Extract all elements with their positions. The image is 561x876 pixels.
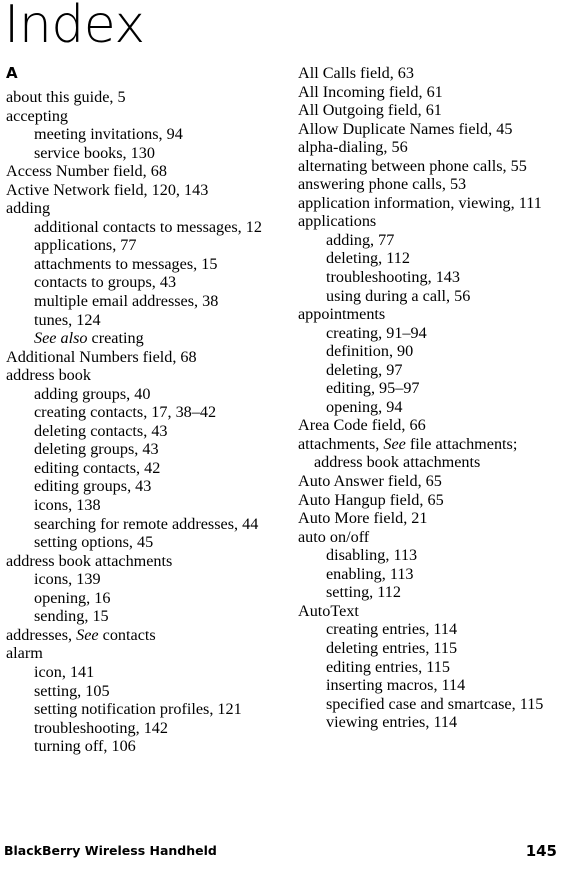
footer-product-name: BlackBerry Wireless Handheld (4, 843, 217, 858)
index-entry: accepting (6, 106, 69, 125)
index-entry: appointments (298, 305, 386, 324)
index-entry: service books, 130 (34, 143, 155, 162)
section-letter-heading: A (6, 64, 18, 82)
index-entry: attachments, See file attachments; addre… (298, 434, 518, 472)
index-entry: Auto Hangup field, 65 (298, 490, 444, 509)
index-entry: opening, 16 (34, 588, 111, 607)
index-entry: multiple email addresses, 38 (34, 292, 219, 311)
index-entry: troubleshooting, 142 (34, 718, 168, 737)
index-entry: setting options, 45 (34, 533, 154, 552)
index-entry: Access Number field, 68 (6, 162, 167, 181)
index-entry: adding groups, 40 (34, 384, 151, 403)
index-entry: turning off, 106 (34, 737, 136, 756)
index-entry: setting, 112 (326, 583, 401, 602)
index-entry: additional contacts to messages, 12 (34, 217, 262, 236)
index-entry: opening, 94 (326, 397, 403, 416)
index-entry: address book (6, 366, 91, 385)
index-column-left: A about this guide, 5 accepting meeting in… (6, 64, 268, 756)
index-entry: enabling, 113 (326, 564, 414, 583)
index-entry: creating, 91–94 (326, 323, 427, 342)
index-entry: All Outgoing field, 61 (298, 101, 442, 120)
index-entry: meeting invitations, 94 (34, 125, 183, 144)
index-entry: answering phone calls, 53 (298, 175, 467, 194)
index-entry: icons, 138 (34, 496, 101, 515)
index-entry: auto on/off (298, 527, 370, 546)
index-entry: Auto More field, 21 (298, 509, 428, 528)
index-entry: Additional Numbers field, 68 (6, 347, 197, 366)
index-entry: deleting, 112 (326, 249, 410, 268)
index-entry: contacts to groups, 43 (34, 273, 177, 292)
index-entry: disabling, 113 (326, 546, 418, 565)
index-entry: alpha-dialing, 56 (298, 138, 408, 157)
index-entry: deleting, 97 (326, 360, 403, 379)
index-entry: troubleshooting, 143 (326, 268, 460, 287)
index-entry: deleting entries, 115 (326, 638, 458, 657)
index-column-right: All Calls field, 63 All Incoming field, 6… (298, 64, 560, 732)
cross-reference-marker: See also (34, 329, 88, 348)
index-entry: definition, 90 (326, 342, 414, 361)
index-entry: editing contacts, 42 (34, 458, 161, 477)
index-entry: editing, 95–97 (326, 379, 420, 398)
index-entry: adding (6, 199, 51, 218)
index-entry: icon, 141 (34, 662, 95, 681)
cross-reference-marker: See (76, 625, 99, 644)
footer-page-number: 145 (525, 842, 557, 860)
index-entry: inserting macros, 114 (326, 676, 466, 695)
index-entry: deleting contacts, 43 (34, 421, 168, 440)
index-entry: editing entries, 115 (326, 657, 450, 676)
index-entry: application information, viewing, 111 (298, 193, 542, 212)
index-entry: adding, 77 (326, 230, 395, 249)
index-entry: sending, 15 (34, 607, 109, 626)
index-entry: tunes, 124 (34, 310, 101, 329)
index-entry: See also creating (34, 329, 144, 348)
index-entry: setting notification profiles, 121 (34, 700, 242, 719)
index-entry: viewing entries, 114 (326, 713, 458, 732)
index-entry: creating entries, 114 (326, 620, 458, 639)
index-entry: icons, 139 (34, 570, 101, 589)
index-entry: setting, 105 (34, 681, 110, 700)
index-entry: AutoText (298, 601, 359, 620)
index-entry: addresses, See contacts (6, 625, 156, 644)
cross-reference-marker: See (383, 434, 406, 453)
index-page: Index A about this guide, 5 accepting meet… (0, 0, 561, 876)
index-entry: alarm (6, 644, 43, 663)
index-entry: searching for remote addresses, 44 (34, 514, 259, 533)
index-entry: creating contacts, 17, 38–42 (34, 403, 217, 422)
index-entry-list-right: All Calls field, 63 All Incoming field, 6… (298, 64, 560, 732)
index-entry-list-left: about this guide, 5 accepting meeting invi… (6, 88, 268, 756)
index-columns: A about this guide, 5 accepting meeting in… (0, 64, 561, 824)
index-entry: Auto Answer field, 65 (298, 472, 442, 491)
index-entry: All Calls field, 63 (298, 64, 414, 82)
index-entry: alternating between phone calls, 55 (298, 156, 527, 175)
index-entry: about this guide, 5 (6, 88, 126, 106)
index-entry: specified case and smartcase, 115 (326, 694, 544, 713)
index-entry: Allow Duplicate Names field, 45 (298, 119, 513, 138)
index-entry: editing groups, 43 (34, 477, 152, 496)
index-entry: address book attachments (6, 551, 173, 570)
index-entry: deleting groups, 43 (34, 440, 159, 459)
index-entry: attachments to messages, 15 (34, 254, 218, 273)
index-entry: applications (298, 212, 377, 231)
page-title: Index (4, 0, 145, 55)
index-entry: All Incoming field, 61 (298, 82, 443, 101)
page-footer: BlackBerry Wireless Handheld 145 (0, 842, 561, 862)
index-entry: applications, 77 (34, 236, 137, 255)
index-entry: Area Code field, 66 (298, 416, 426, 435)
index-entry: Active Network field, 120, 143 (6, 180, 209, 199)
index-entry: using during a call, 56 (326, 286, 471, 305)
